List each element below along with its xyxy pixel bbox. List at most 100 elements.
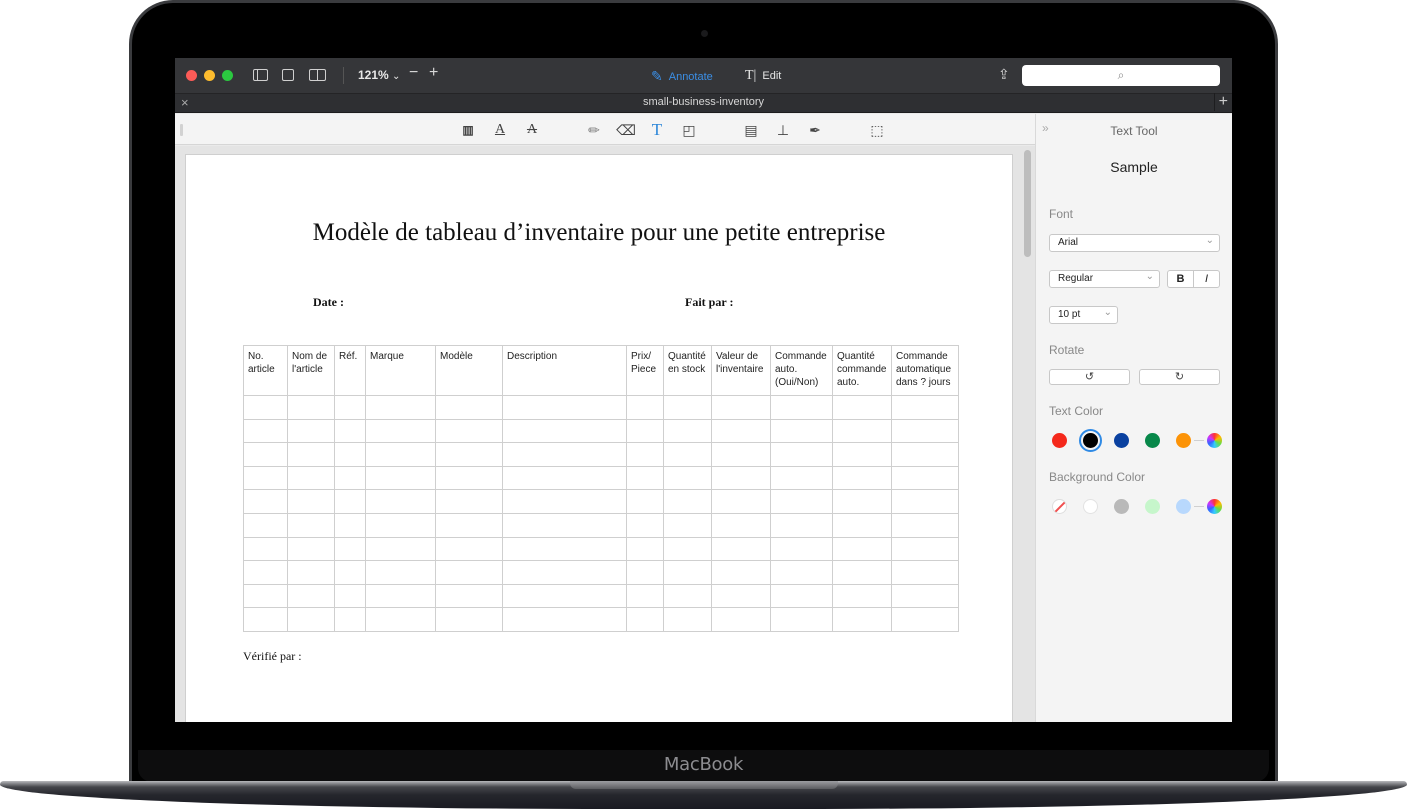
table-cell[interactable] [435,418,503,444]
table-cell[interactable] [365,465,436,491]
table-cell[interactable] [334,512,366,538]
table-cell[interactable] [365,395,436,420]
underline-text-icon[interactable]: A [490,120,510,140]
table-cell[interactable] [365,418,436,444]
table-cell[interactable] [502,512,627,538]
table-cell[interactable] [663,442,712,467]
table-cell[interactable] [891,607,959,632]
new-tab-button[interactable]: + [1213,93,1228,111]
table-cell[interactable] [832,489,892,514]
table-cell[interactable] [435,442,503,467]
zoom-level-dropdown[interactable]: 121% ⌄ [358,68,400,82]
table-cell[interactable] [502,489,627,514]
table-cell[interactable] [287,489,335,514]
table-cell[interactable] [832,583,892,609]
table-cell[interactable] [770,418,833,444]
font-family-select[interactable]: Arial ⌄ [1049,234,1220,252]
table-cell[interactable] [711,512,771,538]
text-color-swatch-08884a[interactable] [1145,433,1160,448]
edit-mode-button[interactable]: T| Edit [745,68,781,84]
two-page-view-icon[interactable] [309,69,326,81]
table-cell[interactable] [891,536,959,562]
table-cell[interactable] [711,536,771,562]
table-cell[interactable] [243,536,288,562]
toolbar-grip-handle[interactable] [180,124,183,136]
table-cell[interactable] [770,465,833,491]
background-color-swatch-b9b9b9[interactable] [1114,499,1129,514]
table-cell[interactable] [832,465,892,491]
font-size-select[interactable]: 10 pt ⌄ [1049,306,1118,324]
color-wheel-icon[interactable] [1207,433,1222,448]
table-cell[interactable] [626,512,664,538]
table-cell[interactable] [832,607,892,632]
zoom-in-button[interactable]: + [429,64,438,82]
table-cell[interactable] [770,442,833,467]
table-cell[interactable] [287,536,335,562]
table-cell[interactable] [770,560,833,585]
table-cell[interactable] [626,418,664,444]
thumbnail-grid-icon[interactable] [282,69,294,81]
table-cell[interactable] [435,489,503,514]
table-cell[interactable] [832,536,892,562]
table-cell[interactable] [435,536,503,562]
table-cell[interactable] [663,418,712,444]
table-cell[interactable] [770,583,833,609]
text-color-swatch-fc9307[interactable] [1176,433,1191,448]
table-cell[interactable] [243,489,288,514]
text-tool-icon[interactable]: T [647,120,667,140]
table-cell[interactable] [435,512,503,538]
background-color-swatch-none[interactable] [1052,499,1067,514]
table-cell[interactable] [502,465,627,491]
table-cell[interactable] [663,607,712,632]
table-cell[interactable] [435,583,503,609]
tab-title[interactable]: small-business-inventory [175,96,1232,108]
table-cell[interactable] [334,465,366,491]
table-cell[interactable] [435,560,503,585]
table-cell[interactable] [334,607,366,632]
table-cell[interactable] [663,395,712,420]
table-cell[interactable] [287,583,335,609]
share-icon[interactable]: ⇪ [998,66,1010,83]
table-cell[interactable] [243,560,288,585]
zoom-out-button[interactable]: − [409,64,418,82]
table-cell[interactable] [832,560,892,585]
table-cell[interactable] [334,583,366,609]
background-color-swatch-b8d8fd[interactable] [1176,499,1191,514]
table-cell[interactable] [626,489,664,514]
table-cell[interactable] [243,465,288,491]
table-cell[interactable] [663,465,712,491]
bold-button[interactable]: B [1168,271,1194,287]
close-window-button[interactable] [186,70,197,81]
table-cell[interactable] [891,442,959,467]
text-color-swatch-0a41a0[interactable] [1114,433,1129,448]
table-cell[interactable] [334,442,366,467]
vertical-scrollbar[interactable] [1024,150,1031,257]
color-wheel-icon[interactable] [1207,499,1222,514]
table-cell[interactable] [891,418,959,444]
table-cell[interactable] [711,489,771,514]
table-cell[interactable] [287,607,335,632]
table-cell[interactable] [626,583,664,609]
background-color-swatch-ffffff[interactable] [1083,499,1098,514]
table-cell[interactable] [711,607,771,632]
table-cell[interactable] [365,560,436,585]
table-cell[interactable] [435,465,503,491]
stamp-icon[interactable]: ⊥ [773,120,793,140]
strikethrough-text-icon[interactable]: A [522,120,542,140]
table-cell[interactable] [365,512,436,538]
search-input[interactable]: ⌕ [1022,65,1220,86]
text-box-icon[interactable]: ▥ [458,120,478,140]
table-cell[interactable] [770,607,833,632]
table-cell[interactable] [243,395,288,420]
table-cell[interactable] [287,560,335,585]
background-color-swatch-c6f6cb[interactable] [1145,499,1160,514]
table-cell[interactable] [770,512,833,538]
table-cell[interactable] [334,489,366,514]
maximize-window-button[interactable] [222,70,233,81]
table-cell[interactable] [891,489,959,514]
selection-icon[interactable]: ⬚ [867,120,887,140]
table-cell[interactable] [626,607,664,632]
table-cell[interactable] [502,560,627,585]
table-cell[interactable] [287,395,335,420]
table-cell[interactable] [891,395,959,420]
